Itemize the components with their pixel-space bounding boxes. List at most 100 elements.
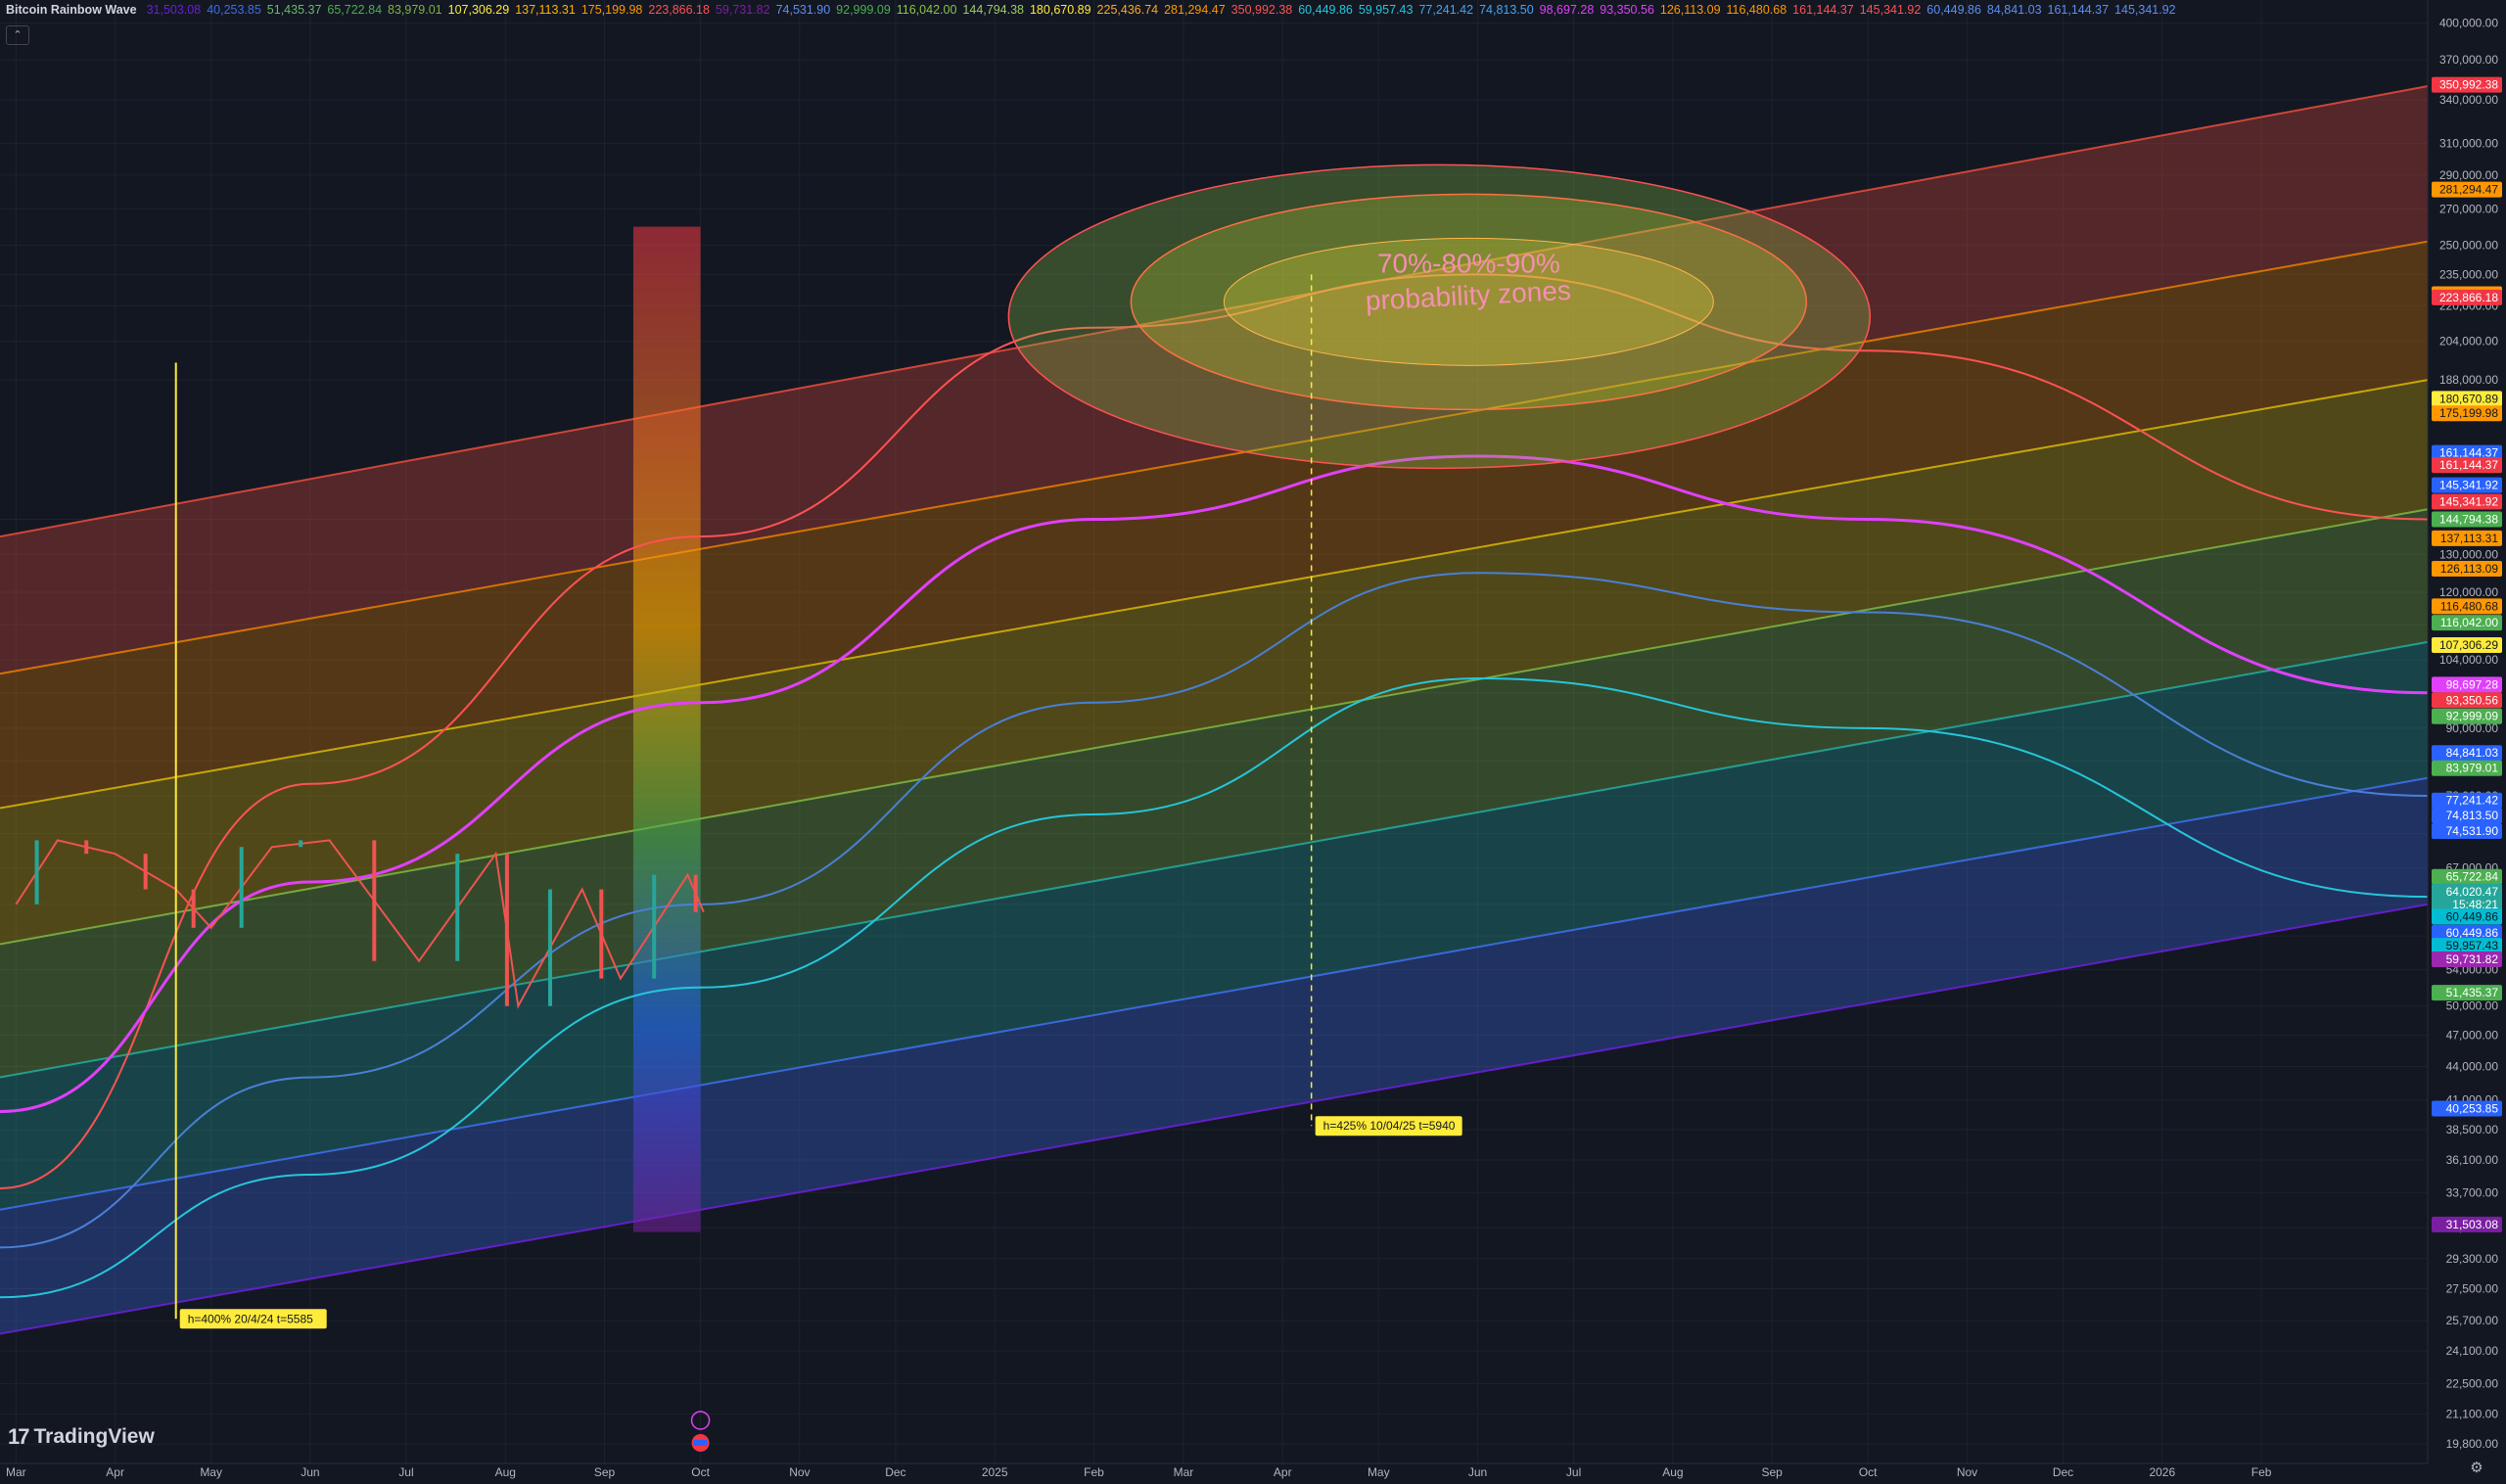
x-tick-label: Oct bbox=[1859, 1465, 1878, 1479]
legend-value: 98,697.28 bbox=[1539, 3, 1595, 17]
y-tick-label: 250,000.00 bbox=[2439, 239, 2498, 253]
legend-value: 145,341.92 bbox=[1859, 3, 1922, 17]
price-label: 180,670.89 bbox=[2439, 392, 2498, 405]
probability-label-line1: 70%-80%-90% bbox=[1377, 248, 1560, 278]
price-candle bbox=[84, 840, 89, 855]
price-label: 60,449.86 bbox=[2446, 909, 2499, 923]
probability-zones: 70%-80%-90%probability zones bbox=[1007, 163, 1872, 470]
legend-value: 281,294.47 bbox=[1164, 3, 1226, 17]
price-label: 83,979.01 bbox=[2446, 762, 2499, 775]
price-label: 74,813.50 bbox=[2446, 809, 2499, 822]
legend-value: 350,992.38 bbox=[1230, 3, 1293, 17]
price-label: 137,113.31 bbox=[2440, 532, 2498, 545]
price-label: 51,435.37 bbox=[2446, 986, 2499, 999]
legend-value: 145,341.92 bbox=[2114, 3, 2176, 17]
collapse-legend-button[interactable]: ⌃ bbox=[6, 25, 29, 45]
price-candle bbox=[239, 847, 244, 928]
y-tick-label: 270,000.00 bbox=[2439, 202, 2498, 215]
y-tick-label: 104,000.00 bbox=[2439, 653, 2498, 667]
y-tick-label: 44,000.00 bbox=[2446, 1059, 2499, 1073]
legend-value: 74,531.90 bbox=[775, 3, 831, 17]
x-tick-label: Nov bbox=[1957, 1465, 1977, 1479]
legend-value: 59,957.43 bbox=[1358, 3, 1414, 17]
price-label: 126,113.09 bbox=[2440, 562, 2498, 576]
y-tick-label: 310,000.00 bbox=[2439, 137, 2498, 151]
y-tick-label: 204,000.00 bbox=[2439, 335, 2498, 348]
x-tick-label: May bbox=[1368, 1465, 1390, 1479]
logo-text: TradingView bbox=[33, 1425, 155, 1448]
legend-value: 60,449.86 bbox=[1298, 3, 1353, 17]
price-label: 145,341.92 bbox=[2439, 494, 2498, 508]
price-label: 145,341.92 bbox=[2439, 479, 2498, 492]
price-label: 64,020.47 bbox=[2446, 885, 2499, 899]
y-tick-label: 370,000.00 bbox=[2439, 53, 2498, 67]
settings-gear-icon[interactable]: ⚙ bbox=[2469, 1461, 2484, 1476]
price-label: 116,042.00 bbox=[2440, 616, 2498, 629]
legend-value: 180,670.89 bbox=[1029, 3, 1091, 17]
x-tick-label: Apr bbox=[106, 1465, 124, 1479]
tradingview-logo[interactable]: 17 TradingView bbox=[8, 1424, 155, 1450]
legend-value: 107,306.29 bbox=[447, 3, 510, 17]
y-tick-label: 290,000.00 bbox=[2439, 168, 2498, 182]
y-tick-label: 22,500.00 bbox=[2446, 1376, 2499, 1390]
price-candle bbox=[652, 874, 657, 979]
legend-value: 74,813.50 bbox=[1479, 3, 1534, 17]
legend-value: 225,436.74 bbox=[1096, 3, 1159, 17]
legend-value: 126,113.09 bbox=[1659, 3, 1721, 17]
price-label: 59,957.43 bbox=[2446, 939, 2499, 952]
legend-value: 84,841.03 bbox=[1986, 3, 2042, 17]
x-tick-label: Feb bbox=[1084, 1465, 1104, 1479]
legend-value: 137,113.31 bbox=[515, 3, 576, 17]
x-tick-label: Oct bbox=[691, 1465, 710, 1479]
y-tick-label: 24,100.00 bbox=[2446, 1344, 2499, 1358]
price-label: 116,480.68 bbox=[2440, 599, 2498, 613]
price-label: 65,722.84 bbox=[2446, 870, 2499, 884]
legend-value: 83,979.01 bbox=[388, 3, 442, 17]
legend-value: 77,241.42 bbox=[1418, 3, 1474, 17]
tradingview-logo-icon: 17 bbox=[8, 1424, 30, 1449]
y-tick-label: 29,300.00 bbox=[2446, 1252, 2499, 1266]
flag-icon-stripe bbox=[693, 1440, 708, 1446]
indicator-title: Bitcoin Rainbow Wave bbox=[6, 3, 137, 17]
x-tick-label: Feb bbox=[2251, 1465, 2272, 1479]
y-tick-label: 33,700.00 bbox=[2446, 1185, 2499, 1199]
x-tick-label: Apr bbox=[1274, 1465, 1292, 1479]
y-tick-label: 36,100.00 bbox=[2446, 1153, 2499, 1167]
legend-value: 116,042.00 bbox=[896, 3, 957, 17]
price-candle bbox=[143, 854, 148, 890]
price-label: 84,841.03 bbox=[2446, 746, 2499, 760]
x-tick-label: Jul bbox=[398, 1465, 413, 1479]
x-tick-label: Dec bbox=[2053, 1465, 2073, 1479]
x-tick-label: Jul bbox=[1566, 1465, 1581, 1479]
price-label: 74,531.90 bbox=[2446, 824, 2499, 838]
x-tick-label: Jun bbox=[301, 1465, 319, 1479]
legend-value: 175,199.98 bbox=[580, 3, 643, 17]
price-label: 40,253.85 bbox=[2446, 1101, 2499, 1115]
legend-value: 92,999.09 bbox=[836, 3, 891, 17]
x-axis-background bbox=[0, 1463, 2506, 1484]
legend-value: 31,503.08 bbox=[146, 3, 202, 17]
x-tick-label: Aug bbox=[1662, 1465, 1683, 1479]
price-label: 223,866.18 bbox=[2439, 291, 2498, 304]
legend-value: 65,722.84 bbox=[327, 3, 383, 17]
legend-value: 60,449.86 bbox=[1926, 3, 1981, 17]
legend-value: 144,794.38 bbox=[962, 3, 1024, 17]
price-candle bbox=[455, 854, 460, 961]
y-tick-label: 21,100.00 bbox=[2446, 1407, 2499, 1420]
y-tick-label: 188,000.00 bbox=[2439, 373, 2498, 387]
x-tick-label: 2026 bbox=[2149, 1465, 2175, 1479]
x-tick-label: Aug bbox=[495, 1465, 516, 1479]
highlight-band bbox=[632, 226, 701, 1232]
y-tick-label: 50,000.00 bbox=[2446, 999, 2499, 1013]
price-label: 60,449.86 bbox=[2446, 926, 2499, 940]
y-tick-label: 47,000.00 bbox=[2446, 1029, 2499, 1043]
price-candle bbox=[599, 889, 604, 979]
price-label: 93,350.56 bbox=[2446, 693, 2499, 707]
chart-canvas[interactable]: 70%-80%-90%probability zones h=400% 20/4/… bbox=[0, 0, 2506, 1484]
price-candle bbox=[34, 840, 39, 904]
price-label: 350,992.38 bbox=[2439, 78, 2498, 92]
legend-value: 161,144.37 bbox=[2047, 3, 2110, 17]
price-candle bbox=[693, 874, 698, 912]
price-label: 144,794.38 bbox=[2439, 513, 2498, 527]
x-tick-label: Sep bbox=[594, 1465, 616, 1479]
